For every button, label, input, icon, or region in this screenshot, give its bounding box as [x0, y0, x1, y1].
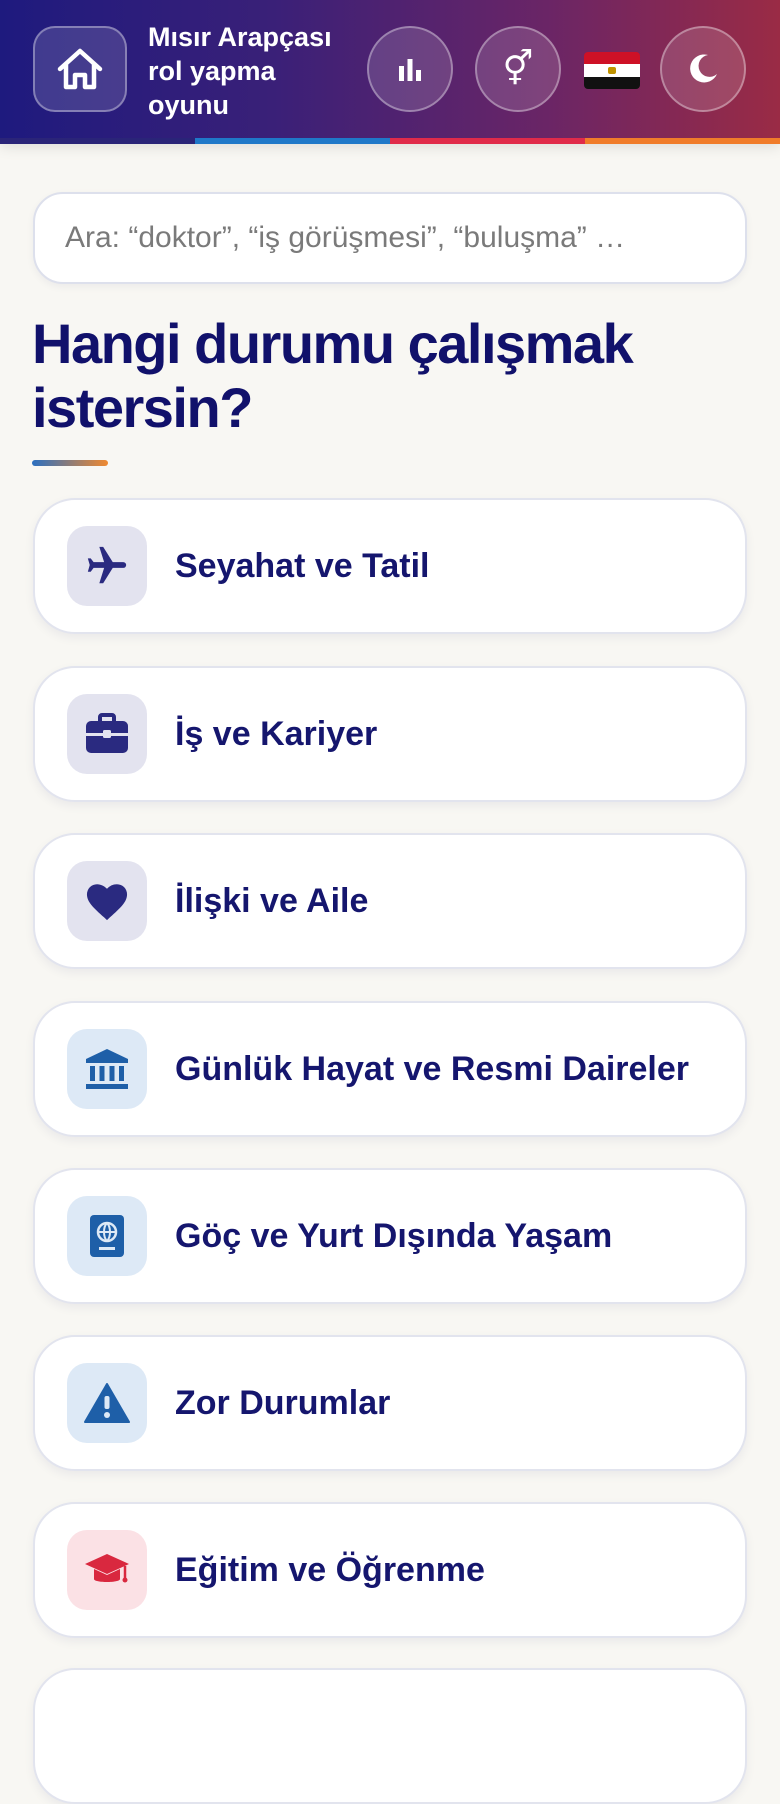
bar-chart-icon	[399, 59, 421, 81]
header-stripe-red	[390, 138, 585, 144]
home-button[interactable]	[33, 26, 127, 112]
header-stripe-blue	[195, 138, 390, 144]
category-label: Göç ve Yurt Dışında Yaşam	[175, 1216, 613, 1255]
category-label: İş ve Kariyer	[175, 714, 378, 753]
category-label: Günlük Hayat ve Resmi Daireler	[175, 1049, 690, 1088]
category-card-gunluk-hayat[interactable]: Günlük Hayat ve Resmi Daireler	[33, 1001, 747, 1137]
category-label: Zor Durumlar	[175, 1383, 391, 1422]
graduation-cap-icon	[67, 1530, 147, 1610]
category-card-iliski[interactable]: İlişki ve Aile	[33, 833, 747, 969]
app-title: Mısır Arapçası rol yapma oyunu	[148, 22, 332, 120]
briefcase-icon	[67, 694, 147, 774]
category-card-next-partial[interactable]	[33, 1668, 747, 1804]
gender-button[interactable]: ⚥	[475, 26, 561, 112]
category-label: Eğitim ve Öğrenme	[175, 1550, 485, 1589]
warning-icon	[67, 1363, 147, 1443]
category-card-goc[interactable]: Göç ve Yurt Dışında Yaşam	[33, 1168, 747, 1304]
airplane-icon	[67, 526, 147, 606]
category-card-zor-durumlar[interactable]: Zor Durumlar	[33, 1335, 747, 1471]
theme-toggle-button[interactable]	[660, 26, 746, 112]
home-icon	[57, 48, 103, 90]
bank-icon	[67, 1029, 147, 1109]
heading-underline	[32, 460, 108, 466]
header-stripe-orange	[585, 138, 780, 144]
page-heading: Hangi durumu çalışmak istersin?	[32, 312, 634, 439]
passport-icon	[67, 1196, 147, 1276]
header-stripe-navy	[0, 138, 195, 144]
search-input[interactable]	[33, 192, 747, 284]
category-card-seyahat[interactable]: Seyahat ve Tatil	[33, 498, 747, 634]
egypt-flag-icon[interactable]	[584, 52, 640, 89]
heart-icon	[67, 861, 147, 941]
category-label: İlişki ve Aile	[175, 881, 369, 920]
category-label: Seyahat ve Tatil	[175, 546, 430, 585]
moon-icon	[690, 54, 717, 83]
category-card-egitim[interactable]: Eğitim ve Öğrenme	[33, 1502, 747, 1638]
gender-symbol-icon: ⚥	[502, 50, 534, 88]
stats-button[interactable]	[367, 26, 453, 112]
category-card-is[interactable]: İş ve Kariyer	[33, 666, 747, 802]
